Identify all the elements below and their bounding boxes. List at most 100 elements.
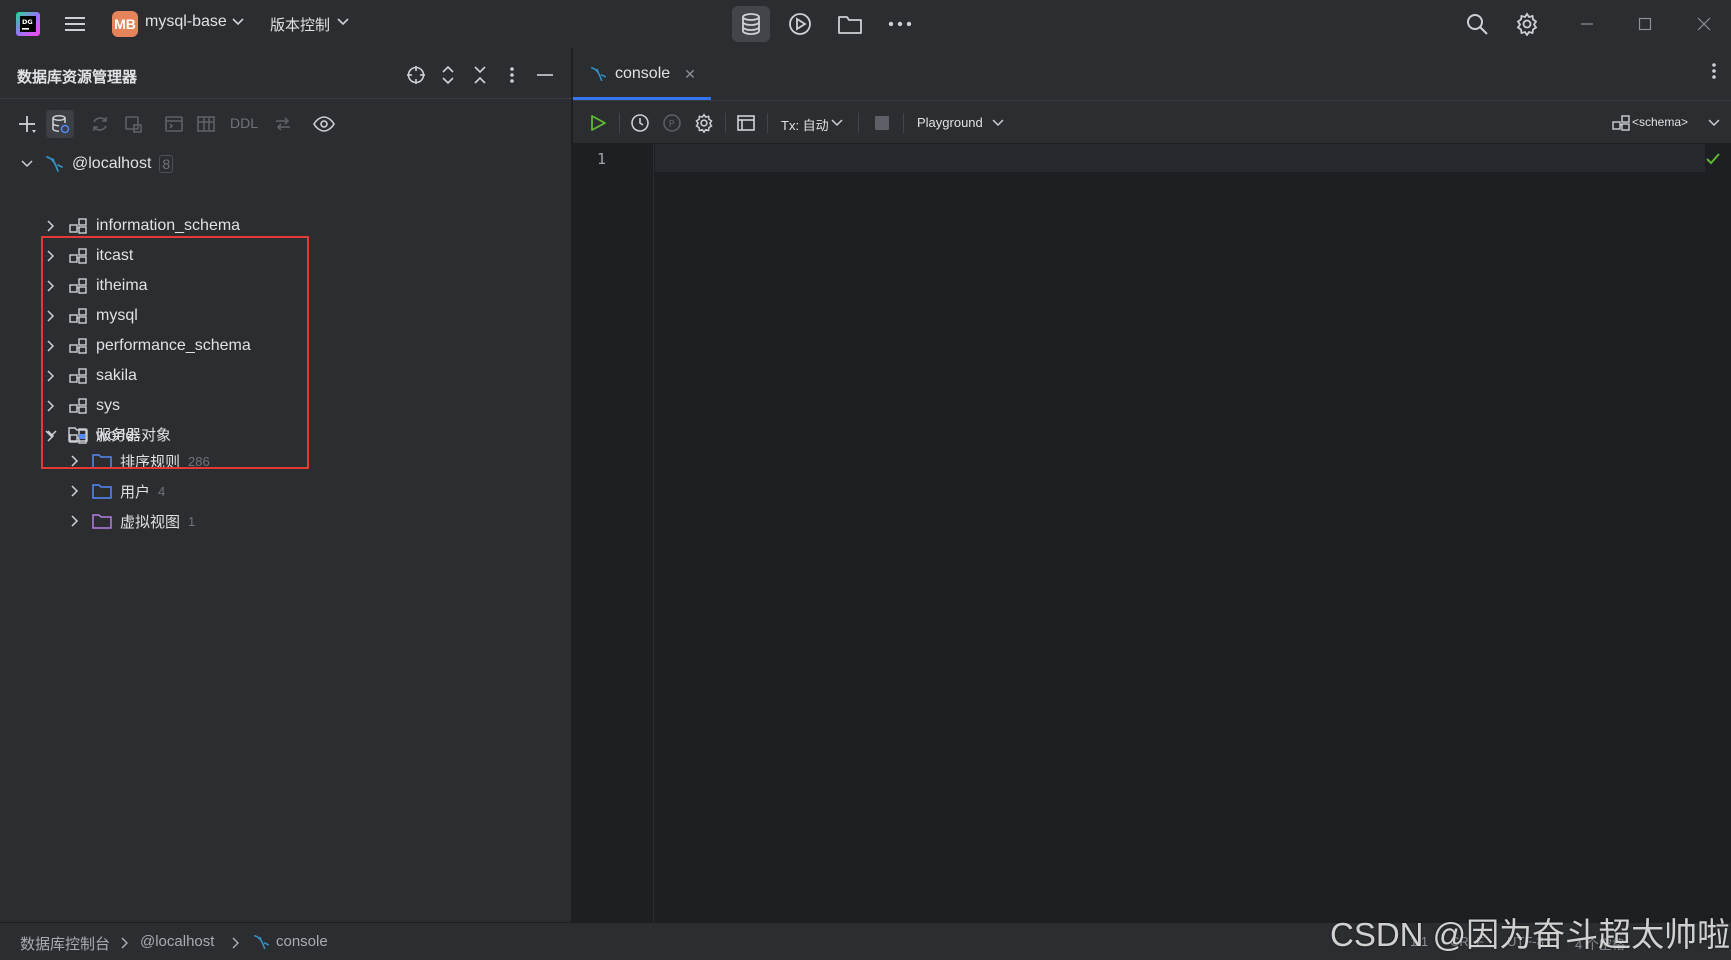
schema-name: itheima [96,277,148,294]
tree-schema-item[interactable]: itheima [44,273,148,299]
collations-label: 排序规则 [120,453,181,471]
hide-panel-icon[interactable] [533,63,557,87]
vcs-menu[interactable]: 版本控制 [270,14,330,35]
stop-square-icon[interactable] [870,111,894,135]
divider [903,113,904,133]
users-count: 4 [158,483,166,499]
breadcrumb-localhost[interactable]: @localhost [140,933,214,950]
chevron-right-icon[interactable] [68,454,82,468]
tree-schema-item[interactable]: mysql [44,303,138,329]
collations-count: 286 [188,453,210,469]
run-play-icon[interactable] [586,111,610,135]
tree-root-localhost[interactable]: @localhost 8 [20,151,174,177]
collapse-all-icon[interactable] [468,63,492,87]
tree-schema-item[interactable]: performance_schema [44,333,251,359]
tree-schema-item[interactable]: sakila [44,363,137,389]
jump-to-console-icon[interactable] [160,110,188,138]
tree-collations[interactable]: 排序规则 286 [68,448,210,474]
table-editor-icon[interactable] [192,110,220,138]
chevron-down-icon[interactable] [20,157,34,171]
tree-schema-item[interactable]: sys [44,393,120,419]
ddl-button[interactable]: DDL [230,115,258,131]
project-badge[interactable]: MB [112,11,138,37]
tree-server-objects[interactable]: 服务器对象 [44,421,171,447]
chevron-right-icon[interactable] [44,249,58,263]
folder-icon [92,484,112,499]
schema-icon [69,278,87,294]
chevron-right-icon[interactable] [44,369,58,383]
refresh-icon[interactable] [86,110,114,138]
virtual-views-count: 1 [188,513,196,529]
chevron-down-icon[interactable] [1702,111,1726,135]
current-line-highlight[interactable] [655,144,1705,172]
folder-icon[interactable] [831,6,869,42]
services-run-icon[interactable] [781,6,819,42]
chevron-down-icon[interactable] [986,111,1010,135]
explain-plan-icon[interactable]: P [660,111,684,135]
panel-title: 数据库资源管理器 [17,69,138,86]
chevron-right-icon[interactable] [68,514,82,528]
chevron-right-icon[interactable] [68,484,82,498]
chevron-right-icon[interactable] [44,399,58,413]
line-number: 1 [597,150,607,168]
tree-virtual-views[interactable]: 虚拟视图 1 [68,508,195,534]
output-panel-icon[interactable] [734,111,758,135]
tree-schema-item[interactable]: information_schema [44,213,240,239]
chevron-down-icon[interactable] [232,18,244,26]
chevron-right-icon[interactable] [44,219,58,233]
server-objects-folder-icon [68,427,88,442]
close-tab-icon[interactable]: ✕ [684,66,696,83]
breadcrumb-console[interactable]: console [276,933,328,950]
chevron-down-icon[interactable] [825,111,849,135]
search-icon[interactable] [1462,9,1492,39]
tree-users[interactable]: 用户 4 [68,478,165,504]
divider [0,98,572,99]
chevron-down-icon[interactable] [44,427,58,441]
chevron-right-icon[interactable] [44,309,58,323]
main-menu-icon[interactable] [62,12,88,36]
mysql-dolphin-icon [590,66,606,82]
schema-name: performance_schema [96,337,251,354]
tab-options-kebab-icon[interactable] [1711,62,1717,80]
tree-schema-item[interactable]: itcast [44,243,133,269]
schema-selector[interactable]: <schema> [1632,115,1688,129]
schema-name: information_schema [96,217,241,234]
view-options-eye-icon[interactable] [310,110,338,138]
maximize-window-icon[interactable] [1630,9,1660,39]
chevron-down-icon[interactable] [337,18,349,26]
line-gutter: 1 [573,144,654,922]
playground-dropdown[interactable]: Playground [917,115,983,130]
options-kebab-icon[interactable] [500,63,524,87]
compare-arrows-icon[interactable] [269,110,297,138]
schema-icon [69,398,87,414]
close-window-icon[interactable] [1689,9,1719,39]
svg-text:DG: DG [22,18,33,26]
more-horizontal-icon[interactable] [881,6,919,42]
schema-name: sakila [96,367,137,384]
database-icon[interactable] [732,6,770,42]
settings-gear-icon[interactable] [692,111,716,135]
minimize-window-icon[interactable] [1572,9,1602,39]
history-clock-icon[interactable] [628,111,652,135]
schema-icon[interactable] [1609,111,1633,135]
tab-console[interactable]: console ✕ [573,48,711,100]
settings-gear-icon[interactable] [1512,9,1542,39]
transaction-mode-dropdown[interactable]: Tx: 自动 [781,115,829,134]
schema-icon [69,338,87,354]
datagrip-logo-icon[interactable]: DG [16,12,40,36]
project-name[interactable]: mysql-base [145,13,227,31]
chevron-right-icon[interactable] [44,339,58,353]
chevron-right-icon[interactable] [44,279,58,293]
data-source-properties-icon[interactable] [46,110,74,138]
add-icon[interactable] [13,110,41,138]
schema-icon [69,248,87,264]
divider [725,113,726,133]
no-problems-check-icon[interactable] [1705,152,1721,166]
users-label: 用户 [120,483,151,501]
sql-editor[interactable]: 1 [573,144,1731,922]
stop-query-icon[interactable] [119,110,147,138]
divider [767,113,768,133]
locate-crosshair-icon[interactable] [404,63,428,87]
expand-all-icon[interactable] [436,63,460,87]
breadcrumb-console-root[interactable]: 数据库控制台 [20,933,110,954]
